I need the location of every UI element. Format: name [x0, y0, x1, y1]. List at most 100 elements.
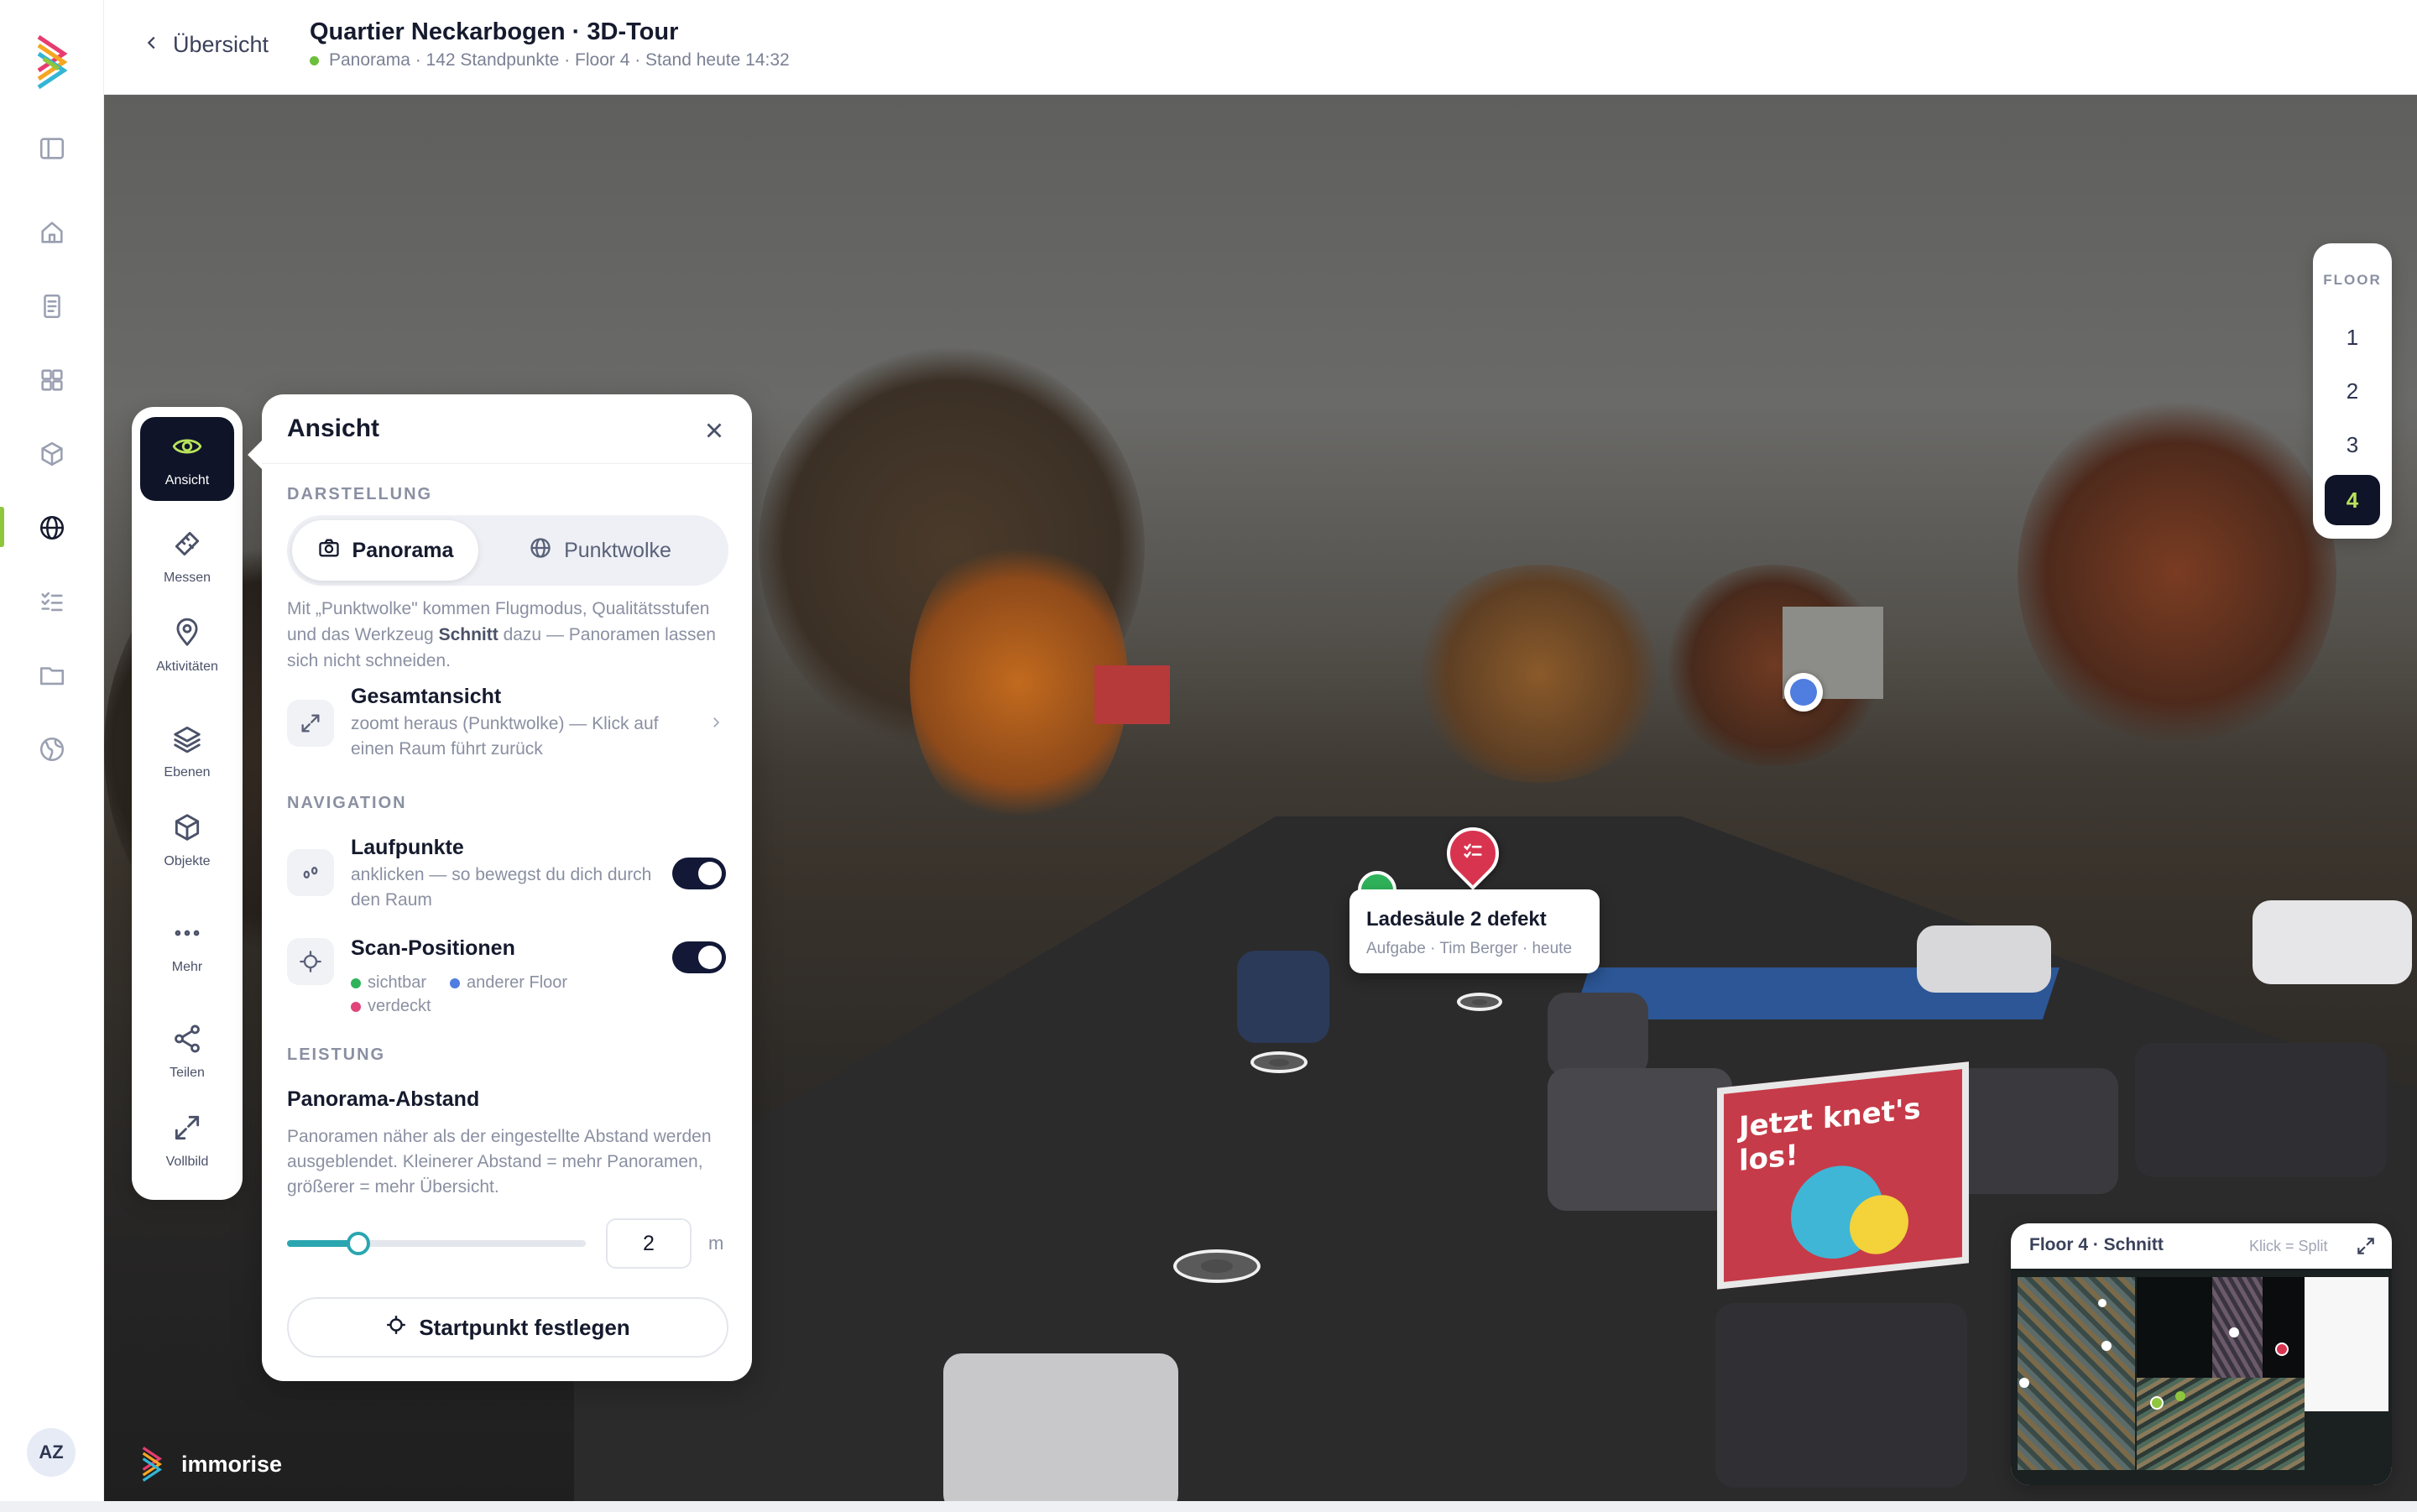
laufpunkte-toggle[interactable]	[672, 858, 726, 889]
laufpunkte-desc: anklicken — so bewegst du dich durch den…	[351, 865, 652, 910]
floor-button-4[interactable]: 4	[2325, 475, 2380, 525]
status-dot	[310, 55, 319, 65]
panorama-abstand-desc: Panoramen näher als der eingestellte Abs…	[287, 1127, 712, 1197]
billboard-text: Jetzt knet's los!	[1739, 1092, 1921, 1179]
tool-vollbild[interactable]: Vollbild	[140, 1098, 234, 1182]
view-mode-segmented: Panorama Punktwolke	[287, 515, 728, 586]
startpunkt-label: Startpunkt festlegen	[419, 1314, 630, 1340]
walk-point[interactable]	[1457, 993, 1502, 1011]
mode-hint: Mit „Punktwolke" kommen Flugmodus, Quali…	[287, 596, 732, 674]
ansicht-panel: Ansicht DARSTELLUNG Panorama Punktwolke …	[248, 394, 752, 1381]
floor-button-1[interactable]: 1	[2325, 312, 2380, 362]
tool-aktivitaeten[interactable]: Aktivitäten	[140, 603, 234, 687]
page-title: Quartier Neckarbogen · 3D-Tour	[310, 18, 679, 45]
car	[2253, 900, 2412, 984]
tool-label: Teilen	[170, 1065, 205, 1080]
startpunkt-button[interactable]: Startpunkt festlegen	[287, 1297, 728, 1358]
tool-label: Objekte	[164, 853, 211, 868]
floorplan-room	[2018, 1277, 2135, 1470]
checklist-icon[interactable]	[34, 583, 70, 620]
tool-mehr[interactable]: Mehr	[140, 904, 234, 988]
app-rail: AZ	[0, 0, 104, 1512]
scan-legend-row: sichtbar anderer Floor	[351, 973, 567, 993]
tool-ansicht[interactable]: Ansicht	[140, 417, 234, 501]
section-leistung: LEISTUNG	[287, 1045, 386, 1064]
more-icon	[171, 917, 203, 953]
tool-messen[interactable]: Messen	[140, 514, 234, 598]
floor-button-3[interactable]: 3	[2325, 420, 2380, 470]
current-position-marker	[2150, 1396, 2164, 1410]
tool-teilen[interactable]: Teilen	[140, 1009, 234, 1093]
back-label: Übersicht	[173, 32, 269, 57]
expand-icon	[287, 700, 334, 747]
building-sign	[1094, 665, 1170, 724]
seg-panorama-button[interactable]: Panorama	[292, 520, 478, 581]
cube-icon[interactable]	[34, 435, 70, 472]
tree	[2018, 397, 2336, 749]
seg-punktwolke-button[interactable]: Punktwolke	[487, 520, 713, 581]
user-avatar[interactable]: AZ	[27, 1428, 76, 1477]
tool-objekte[interactable]: Objekte	[140, 798, 234, 882]
car	[1917, 925, 2051, 993]
floorplan-outside	[2305, 1277, 2388, 1411]
minimap-floorplan[interactable]	[2011, 1269, 2392, 1485]
close-icon[interactable]	[702, 418, 727, 443]
car	[1548, 993, 1648, 1077]
dashboard-icon[interactable]	[34, 362, 70, 399]
bottom-strip	[0, 1501, 2417, 1512]
back-link[interactable]: Übersicht	[143, 32, 269, 58]
tool-panel: Ansicht Messen Aktivitäten Ebenen Objekt…	[132, 407, 243, 1200]
world-icon[interactable]	[34, 731, 70, 768]
task-marker	[2275, 1343, 2289, 1356]
folder-icon[interactable]	[34, 657, 70, 694]
box-icon	[171, 811, 203, 847]
crosshair-icon	[287, 938, 334, 985]
globe-icon	[529, 536, 552, 566]
annotation-subtitle: Aufgabe · Tim Berger · heute	[1366, 940, 1573, 957]
floor-minimap[interactable]: Floor 4 · Schnitt Klick = Split	[2011, 1223, 2392, 1485]
crosshair-icon	[385, 1314, 407, 1342]
gesamtansicht-title[interactable]: Gesamtansicht	[351, 685, 501, 709]
floorplan-room	[2212, 1277, 2263, 1378]
seg-label: Punktwolke	[564, 538, 671, 562]
immorise-logo[interactable]	[35, 34, 69, 91]
legend-other-floor: anderer Floor	[467, 973, 568, 992]
chevron-right-icon[interactable]	[708, 715, 723, 730]
sidebar-toggle-icon[interactable]	[34, 130, 70, 167]
scan-positionen-toggle[interactable]	[672, 941, 726, 973]
section-darstellung: DARSTELLUNG	[287, 485, 433, 503]
abstand-slider[interactable]	[287, 1232, 586, 1255]
floor-button-2[interactable]: 2	[2325, 366, 2380, 416]
tool-label: Vollbild	[165, 1154, 209, 1169]
tree	[1413, 565, 1665, 783]
scan-point	[2175, 1391, 2185, 1401]
seg-label: Panorama	[352, 538, 454, 562]
walk-point[interactable]	[1250, 1051, 1308, 1073]
share-icon	[171, 1023, 203, 1059]
tool-ebenen[interactable]: Ebenen	[140, 709, 234, 793]
slider-thumb[interactable]	[347, 1232, 371, 1255]
fullscreen-icon	[171, 1112, 203, 1148]
legend-dot-green	[351, 978, 361, 988]
legend-dot-pink	[351, 1001, 361, 1012]
home-icon[interactable]	[34, 214, 70, 251]
document-icon[interactable]	[34, 288, 70, 325]
globe-icon[interactable]	[34, 509, 70, 546]
walk-point[interactable]	[1173, 1249, 1261, 1283]
legend-dot-blue	[450, 978, 461, 988]
abstand-input[interactable]: 2	[606, 1218, 692, 1269]
tool-label: Aktivitäten	[156, 659, 218, 674]
floorplan-room	[2263, 1277, 2305, 1378]
tool-label: Ebenen	[164, 764, 211, 779]
billboard: Jetzt knet's los!	[1717, 1061, 1969, 1290]
legend-visible: sichtbar	[368, 973, 427, 992]
scan-position-other-floor[interactable]	[1784, 673, 1823, 712]
footsteps-icon	[287, 849, 334, 896]
scan-legend-row: verdeckt	[351, 997, 431, 1016]
annotation-tooltip[interactable]: Ladesäule 2 defekt Aufgabe · Tim Berger …	[1349, 889, 1600, 973]
rail-active-indicator	[0, 507, 4, 547]
expand-icon[interactable]	[2355, 1235, 2377, 1257]
brand-watermark: immorise	[141, 1445, 282, 1483]
annotation-title: Ladesäule 2 defekt	[1366, 908, 1547, 931]
camera-icon	[317, 536, 341, 566]
